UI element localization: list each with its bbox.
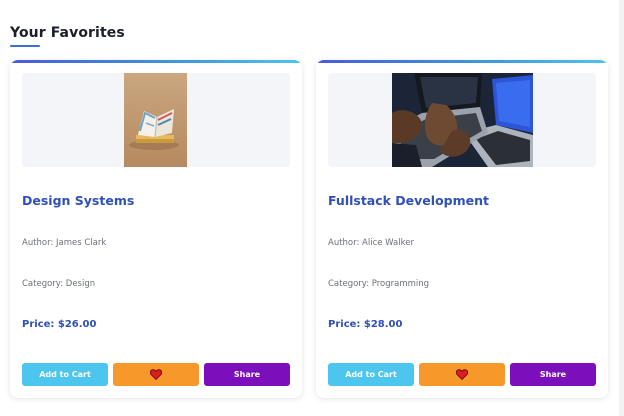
book-photo <box>124 73 187 167</box>
card-author: Author: James Clark <box>22 238 107 248</box>
favorite-card: Fullstack Development Author: Alice Walk… <box>316 60 608 398</box>
card-author: Author: Alice Walker <box>328 238 414 248</box>
card-price: Price: $26.00 <box>22 319 97 330</box>
heart-icon <box>456 369 468 380</box>
card-category: Category: Design <box>22 279 96 289</box>
heart-icon <box>150 369 162 380</box>
card-accent-bar <box>10 60 302 63</box>
favorite-button[interactable] <box>113 363 199 386</box>
favorite-button[interactable] <box>419 363 505 386</box>
card-title[interactable]: Fullstack Development <box>328 193 489 208</box>
share-button[interactable]: Share <box>510 363 596 386</box>
add-to-cart-button[interactable]: Add to Cart <box>22 363 108 386</box>
title-underline <box>10 45 40 47</box>
laptop-photo <box>392 73 533 167</box>
card-price: Price: $28.00 <box>328 319 403 330</box>
card-image-panel <box>328 73 596 167</box>
scrollbar-track[interactable] <box>619 0 624 416</box>
card-accent-bar <box>316 60 608 63</box>
card-title[interactable]: Design Systems <box>22 193 134 208</box>
add-to-cart-button[interactable]: Add to Cart <box>328 363 414 386</box>
card-image-panel <box>22 73 290 167</box>
share-button[interactable]: Share <box>204 363 290 386</box>
card-category: Category: Programming <box>328 279 430 289</box>
page-title: Your Favorites <box>10 25 125 41</box>
favorite-card: Design Systems Author: James Clark Categ… <box>10 60 302 398</box>
